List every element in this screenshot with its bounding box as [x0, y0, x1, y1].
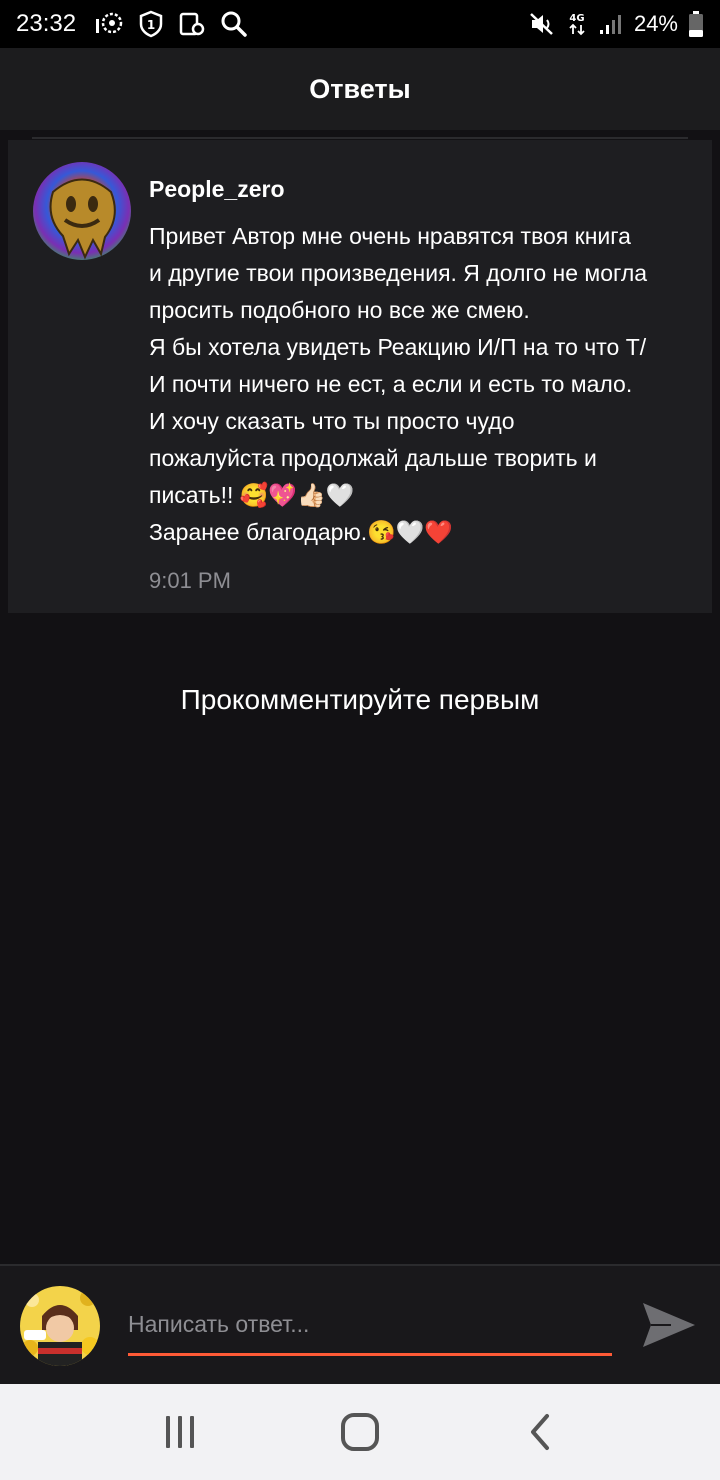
svg-text:1: 1 [147, 18, 155, 32]
comment-card: People_zero Привет Автор мне очень нравя… [8, 140, 712, 613]
screen: 23:32 1 4G 24% Ответы People_zero Привет… [0, 0, 720, 1480]
system-nav-bar [0, 1384, 720, 1480]
page-title: Ответы [309, 73, 411, 104]
comment-body: Привет Автор мне очень нравятся твоя кни… [149, 218, 704, 551]
search-icon [220, 10, 248, 38]
network-4g-icon: 4G [566, 11, 588, 37]
battery-percent: 24% [633, 11, 678, 36]
shield-1-icon: 1 [138, 10, 164, 38]
back-icon [531, 1414, 549, 1450]
comment-line: Привет Автор мне очень нравятся твоя кни… [149, 223, 631, 249]
recent-apps-icon [166, 1416, 194, 1448]
status-time: 23:32 [16, 10, 77, 37]
comment-line: пожалуйста продолжай дальше творить и [149, 445, 597, 471]
send-icon [643, 1303, 695, 1347]
status-icons-left: 1 [94, 10, 248, 38]
reply-input[interactable] [128, 1296, 612, 1356]
comment-line: И почти ничего не ест, а если и есть то … [149, 371, 633, 397]
comment-line: Я бы хотела увидеть Реакцию И/П на то чт… [149, 334, 647, 360]
divider [32, 137, 688, 139]
send-button[interactable] [638, 1296, 700, 1354]
network-4g-label: 4G [569, 13, 584, 24]
notification-icon [178, 11, 206, 37]
mute-icon [528, 11, 556, 37]
back-button[interactable] [510, 1402, 570, 1462]
comment-avatar[interactable] [33, 162, 131, 260]
pinwheel-icon [94, 11, 124, 37]
comment-line: и другие твои произведения. Я долго не м… [149, 260, 648, 286]
home-button[interactable] [330, 1402, 390, 1462]
reply-bar [0, 1264, 720, 1384]
status-bar: 23:32 1 4G 24% [0, 0, 720, 48]
recent-apps-button[interactable] [150, 1402, 210, 1462]
battery-icon [688, 10, 704, 38]
comment-author[interactable]: People_zero [149, 176, 285, 203]
comment-line: писать!! 🥰💖👍🏻🤍 [149, 482, 355, 508]
comment-timestamp: 9:01 PM [149, 568, 231, 593]
comment-line: просить подобного но все же смею. [149, 297, 530, 323]
app-header: Ответы [0, 48, 720, 130]
user-avatar[interactable] [20, 1286, 100, 1366]
signal-icon [598, 12, 624, 36]
empty-state-message: Прокомментируйте первым [180, 684, 540, 715]
home-icon [341, 1413, 379, 1451]
comment-line: И хочу сказать что ты просто чудо [149, 408, 515, 434]
comment-line: Заранее благодарю.😘🤍❤️ [149, 519, 454, 545]
status-icons-right: 4G 24% [528, 10, 704, 38]
